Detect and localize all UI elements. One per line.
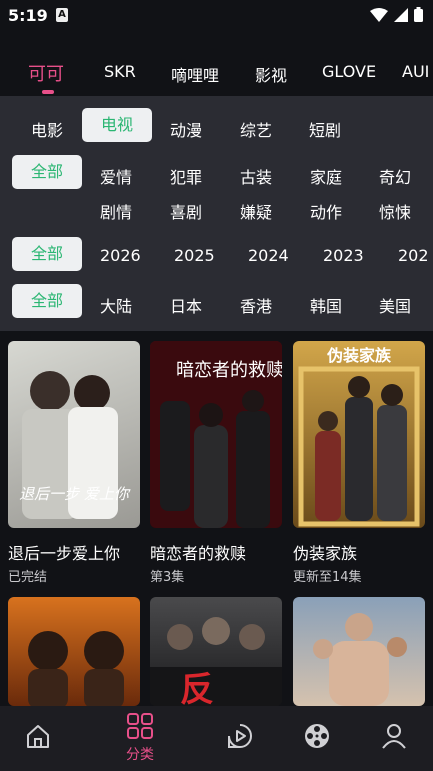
- category-tv-selected[interactable]: 电视: [82, 108, 152, 142]
- region-item[interactable]: 香港: [240, 293, 272, 317]
- year-item[interactable]: 2026: [100, 246, 141, 265]
- play-circle-icon: [228, 724, 252, 748]
- genre-item[interactable]: 奇幻: [379, 164, 411, 188]
- nav-home[interactable]: [8, 706, 68, 771]
- active-tab-indicator: [42, 90, 54, 94]
- tab-aui[interactable]: AUI: [402, 62, 429, 81]
- source-tabs: 可可 SKR 嘀哩哩 影视 GLOVE AUI: [0, 48, 433, 96]
- show-title: 退后一步爱上你: [8, 544, 121, 563]
- show-status: 更新至14集: [293, 570, 362, 585]
- region-item[interactable]: 日本: [170, 293, 202, 317]
- region-all-selected[interactable]: 全部: [12, 284, 82, 318]
- region-item[interactable]: 大陆: [100, 293, 132, 317]
- grid-icon: [127, 713, 153, 739]
- nav-category-label: 分类: [126, 747, 154, 763]
- category-movie[interactable]: 电影: [31, 117, 63, 141]
- genre-item[interactable]: 剧情: [100, 199, 132, 223]
- notification-icon: A: [56, 8, 68, 22]
- genre-item[interactable]: 喜剧: [170, 199, 202, 223]
- nav-video[interactable]: [210, 706, 270, 771]
- status-time: 5:19: [8, 6, 48, 25]
- svg-text:退后一步 爱上你: 退后一步 爱上你: [19, 485, 131, 503]
- show-poster[interactable]: 暗恋者的救赎: [150, 341, 282, 528]
- show-poster[interactable]: 反: [150, 597, 282, 706]
- region-item[interactable]: 美国: [379, 293, 411, 317]
- show-poster[interactable]: 伪装家族: [293, 341, 425, 528]
- poster-art: 暗恋者的救赎: [150, 341, 282, 528]
- year-item[interactable]: 202: [398, 246, 429, 265]
- poster-art: [313, 613, 407, 706]
- filter-panel: 电影 电视 动漫 综艺 短剧 全部 爱情 犯罪 古装 家庭 奇幻 剧情 喜剧 嫌…: [0, 96, 433, 331]
- nav-category-active[interactable]: 分类: [110, 706, 170, 771]
- show-poster[interactable]: 退后一步 爱上你: [8, 341, 140, 528]
- svg-text:暗恋者的救赎: 暗恋者的救赎: [176, 359, 282, 381]
- poster-art: [28, 631, 124, 706]
- poster-art: 反: [150, 617, 282, 706]
- tab-keke[interactable]: 可可: [28, 60, 64, 86]
- genre-item[interactable]: 古装: [240, 164, 272, 188]
- year-all-selected[interactable]: 全部: [12, 237, 82, 271]
- home-icon: [27, 725, 49, 748]
- bottom-nav: 分类: [0, 706, 433, 771]
- category-variety[interactable]: 综艺: [240, 117, 272, 141]
- genre-item[interactable]: 爱情: [100, 164, 132, 188]
- category-anime[interactable]: 动漫: [170, 117, 202, 141]
- genre-all-selected[interactable]: 全部: [12, 155, 82, 189]
- tab-yingshi[interactable]: 影视: [255, 62, 287, 86]
- system-icons: [370, 7, 423, 22]
- film-reel-icon: [305, 724, 329, 748]
- genre-item[interactable]: 动作: [310, 199, 342, 223]
- show-status: 第3集: [150, 570, 185, 585]
- genre-item[interactable]: 嫌疑: [240, 199, 272, 223]
- category-short-drama[interactable]: 短剧: [309, 117, 341, 141]
- tab-skr[interactable]: SKR: [104, 62, 136, 81]
- svg-text:反: 反: [180, 670, 214, 706]
- tab-glove[interactable]: GLOVE: [322, 62, 376, 81]
- tab-dilili[interactable]: 嘀哩哩: [171, 62, 219, 86]
- show-poster[interactable]: [8, 597, 140, 706]
- nav-film[interactable]: [287, 706, 347, 771]
- show-status: 已完结: [8, 570, 48, 585]
- genre-item[interactable]: 家庭: [310, 164, 342, 188]
- wifi-icon: [370, 7, 388, 22]
- year-item[interactable]: 2023: [323, 246, 364, 265]
- poster-art: 退后一步 爱上你: [19, 371, 131, 519]
- genre-item[interactable]: 惊悚: [379, 199, 411, 223]
- user-icon: [382, 724, 406, 749]
- status-bar: 5:19 A: [0, 0, 433, 32]
- poster-art: 伪装家族: [298, 346, 420, 527]
- battery-icon: [414, 7, 423, 22]
- year-item[interactable]: 2024: [248, 246, 289, 265]
- signal-icon: [394, 7, 408, 22]
- nav-profile[interactable]: [364, 706, 424, 771]
- region-item[interactable]: 韩国: [310, 293, 342, 317]
- genre-item[interactable]: 犯罪: [170, 164, 202, 188]
- year-item[interactable]: 2025: [174, 246, 215, 265]
- svg-text:伪装家族: 伪装家族: [326, 346, 392, 365]
- show-title: 暗恋者的救赎: [150, 544, 247, 563]
- show-title: 伪装家族: [293, 544, 358, 563]
- show-poster[interactable]: [293, 597, 425, 706]
